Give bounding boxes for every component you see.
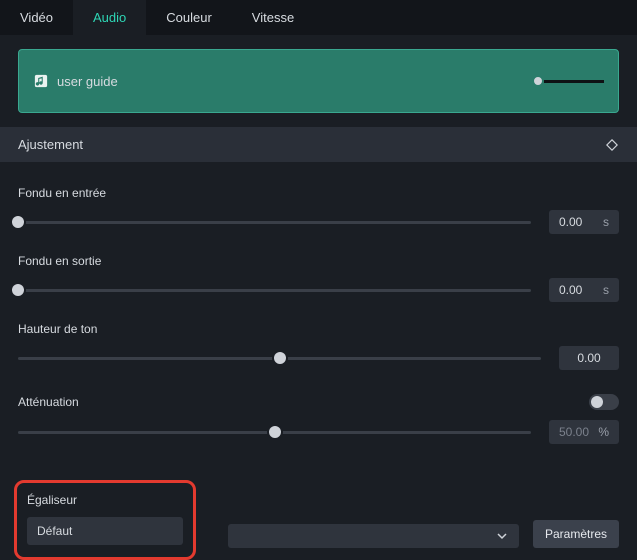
- equalizer-select[interactable]: [228, 524, 519, 548]
- pitch-value[interactable]: 0.00: [559, 346, 619, 370]
- clip-name: user guide: [57, 74, 118, 89]
- chevron-down-icon: [497, 531, 507, 541]
- fade-out-slider[interactable]: [18, 283, 531, 297]
- equalizer-block: Égaliseur Défaut: [14, 480, 196, 560]
- tab-color[interactable]: Couleur: [146, 0, 232, 35]
- tab-bar: Vidéo Audio Couleur Vitesse: [0, 0, 637, 35]
- tab-audio[interactable]: Audio: [73, 0, 146, 35]
- fade-in-label: Fondu en entrée: [18, 186, 619, 200]
- section-adjustment[interactable]: Ajustement: [0, 127, 637, 162]
- control-pitch: Hauteur de ton 0.00: [18, 322, 619, 370]
- keyframe-icon[interactable]: [605, 138, 619, 152]
- attenuation-value[interactable]: 50.00 %: [549, 420, 619, 444]
- equalizer-select-inner[interactable]: Défaut: [27, 517, 183, 545]
- attenuation-label: Atténuation: [18, 395, 79, 409]
- music-note-icon: [33, 73, 49, 89]
- control-fade-in: Fondu en entrée 0.00 s: [18, 186, 619, 234]
- pitch-slider[interactable]: [18, 351, 541, 365]
- fade-in-value[interactable]: 0.00 s: [549, 210, 619, 234]
- equalizer-label: Égaliseur: [27, 493, 183, 507]
- section-label: Ajustement: [18, 137, 83, 152]
- tab-speed[interactable]: Vitesse: [232, 0, 314, 35]
- pitch-label: Hauteur de ton: [18, 322, 619, 336]
- attenuation-slider[interactable]: [18, 425, 531, 439]
- tab-video[interactable]: Vidéo: [0, 0, 73, 35]
- fade-in-slider[interactable]: [18, 215, 531, 229]
- clip-strip[interactable]: user guide: [18, 49, 619, 113]
- attenuation-toggle[interactable]: [589, 394, 619, 410]
- clip-volume-slider[interactable]: [532, 75, 604, 87]
- fade-out-label: Fondu en sortie: [18, 254, 619, 268]
- parameters-button[interactable]: Paramètres: [533, 520, 619, 548]
- control-fade-out: Fondu en sortie 0.00 s: [18, 254, 619, 302]
- fade-out-value[interactable]: 0.00 s: [549, 278, 619, 302]
